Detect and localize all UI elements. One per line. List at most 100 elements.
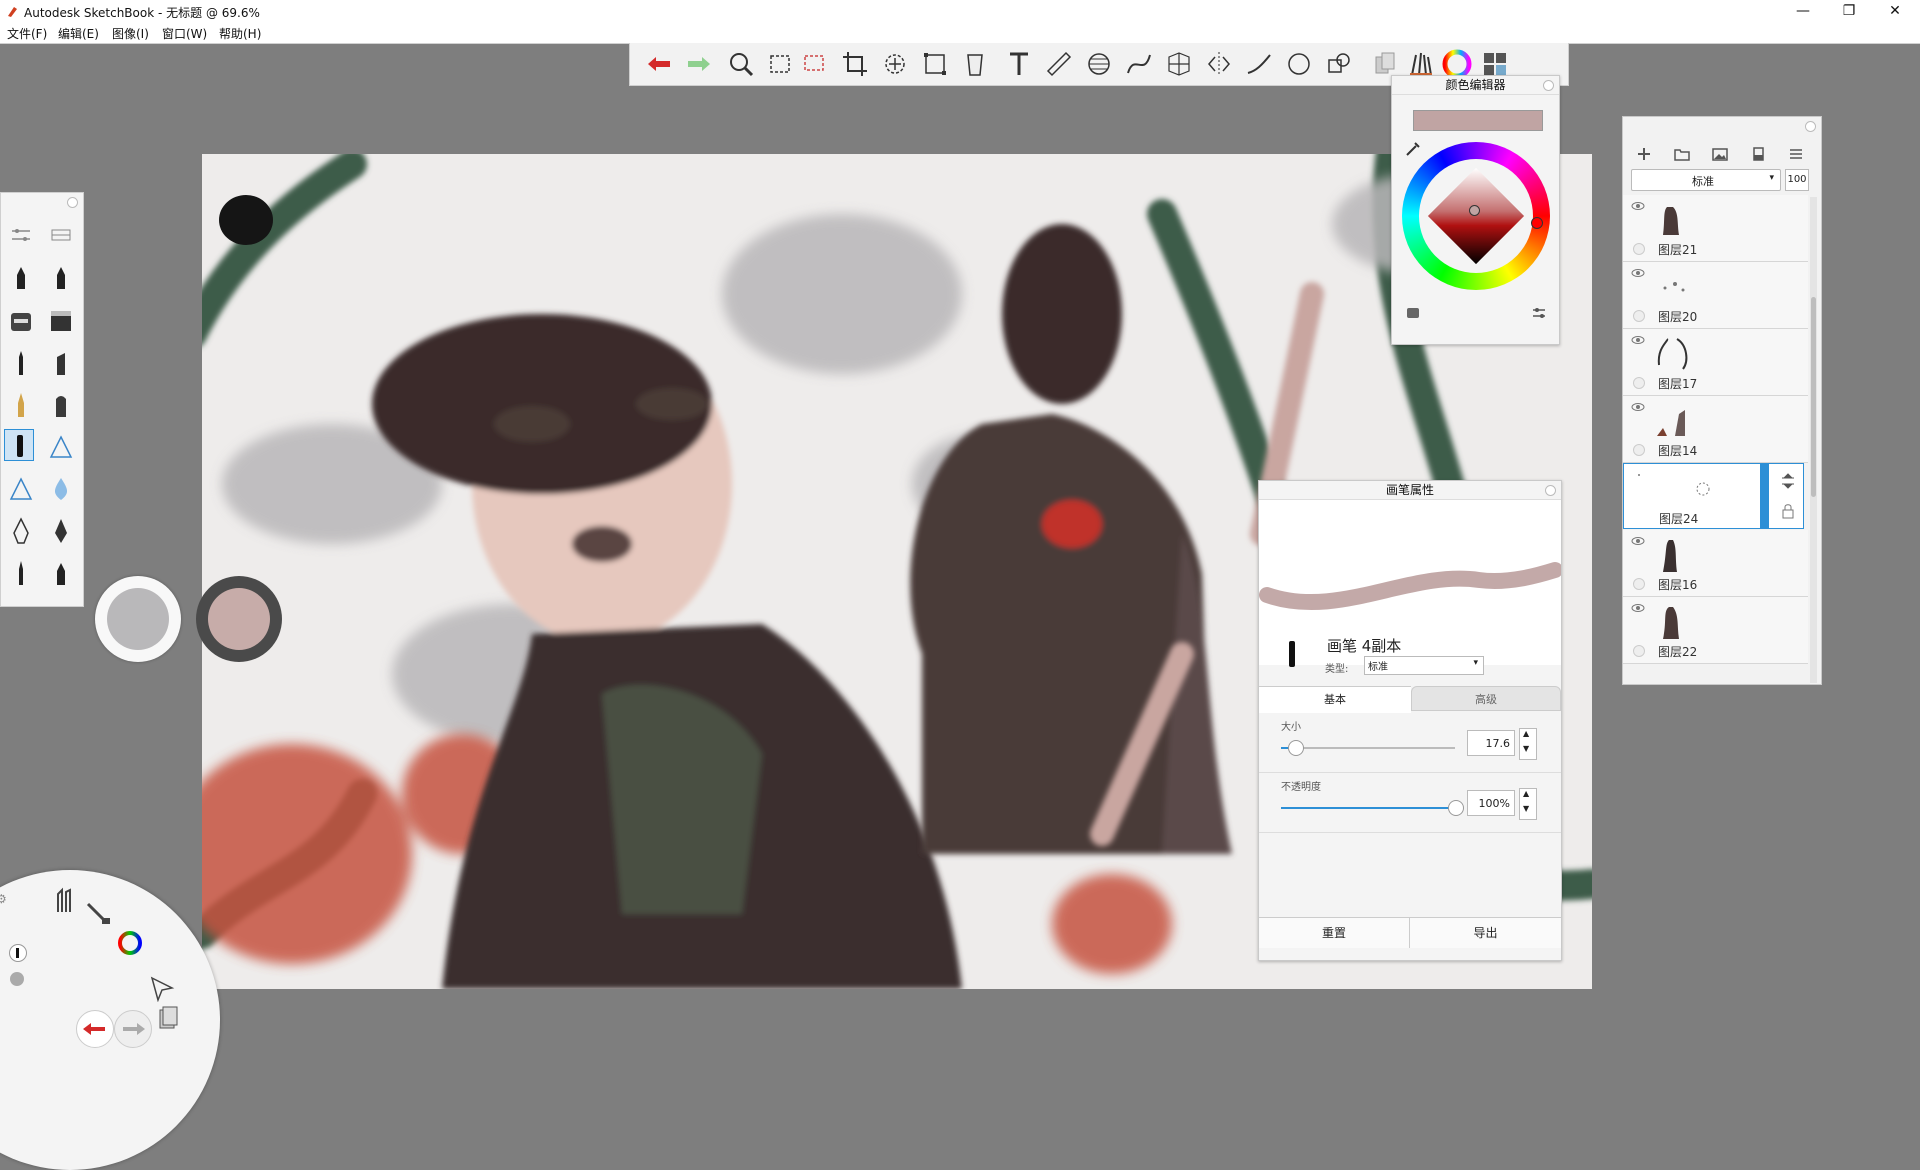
select-tool-icon[interactable] xyxy=(148,974,176,1002)
stepper-up-icon[interactable]: ▲ xyxy=(1523,729,1529,738)
secondary-color-puck[interactable] xyxy=(95,576,181,662)
text-icon[interactable] xyxy=(1004,49,1034,79)
marker-brush-icon[interactable] xyxy=(6,347,36,379)
layer-tool-icon[interactable] xyxy=(154,1004,182,1032)
layers-scrollbar[interactable] xyxy=(1810,197,1817,683)
layer-lock-toggle[interactable] xyxy=(1633,645,1645,657)
sv-picker-handle[interactable] xyxy=(1469,205,1480,216)
lagoon-opacity-indicator[interactable] xyxy=(10,972,24,986)
line-icon[interactable] xyxy=(1244,49,1274,79)
rect-select-icon[interactable] xyxy=(766,49,796,79)
hue-picker-handle[interactable] xyxy=(1531,217,1543,229)
menu-window[interactable]: 窗口(W) xyxy=(162,25,207,42)
layers-close-button[interactable] xyxy=(1805,121,1816,132)
eye-icon[interactable] xyxy=(1632,470,1646,480)
lagoon-redo-button[interactable] xyxy=(114,1010,152,1048)
size-stepper[interactable]: ▲ ▼ xyxy=(1519,728,1537,760)
layer-item[interactable]: 图层17 xyxy=(1623,329,1808,396)
size-input[interactable]: 17.6 xyxy=(1467,730,1515,756)
add-image-icon[interactable] xyxy=(1711,145,1729,163)
eye-icon[interactable] xyxy=(1631,201,1645,211)
paintbrush-icon[interactable] xyxy=(6,389,36,421)
menu-image[interactable]: 图像(I) xyxy=(112,25,149,42)
reset-button[interactable]: 重置 xyxy=(1259,917,1410,948)
menu-help[interactable]: 帮助(H) xyxy=(219,25,261,42)
triangle-brush-icon[interactable] xyxy=(46,431,76,463)
circle-icon[interactable] xyxy=(1284,49,1314,79)
add-group-icon[interactable] xyxy=(1673,145,1691,163)
symmetry-icon[interactable] xyxy=(1204,49,1234,79)
layer-lock-toggle[interactable] xyxy=(1633,444,1645,456)
flat-brush-icon[interactable] xyxy=(46,389,76,421)
merge-layer-icon[interactable] xyxy=(1749,145,1767,163)
menu-edit[interactable]: 编辑(E) xyxy=(58,25,99,42)
tab-advanced[interactable]: 高级 xyxy=(1411,686,1561,711)
brush-palette-close-button[interactable] xyxy=(67,197,78,208)
pencil-brush-icon[interactable] xyxy=(6,263,36,295)
layer-blend-icon[interactable] xyxy=(1779,472,1797,490)
layer-menu-icon[interactable] xyxy=(1787,145,1805,163)
water-drop-brush-icon[interactable] xyxy=(46,473,76,505)
color-puck-icon[interactable] xyxy=(115,928,145,958)
export-button[interactable]: 导出 xyxy=(1410,917,1561,948)
french-curve-icon[interactable] xyxy=(1124,49,1154,79)
brush-settings-icon[interactable] xyxy=(6,219,36,251)
eraser-brush-icon[interactable] xyxy=(46,305,76,337)
color-editor-close-button[interactable] xyxy=(1543,80,1554,91)
layer-item[interactable]: 图层21 xyxy=(1623,195,1808,262)
close-button[interactable]: ✕ xyxy=(1872,0,1918,22)
layer-opacity-field[interactable]: 100 xyxy=(1785,169,1809,191)
stepper-up-icon[interactable]: ▲ xyxy=(1523,789,1529,798)
size-slider-handle[interactable] xyxy=(1288,740,1304,756)
smudge-brush-icon[interactable] xyxy=(6,473,36,505)
layer-item[interactable]: 图层14 xyxy=(1623,396,1808,463)
distort-icon[interactable] xyxy=(920,49,950,79)
layer-item-selected[interactable]: 图层24 xyxy=(1623,463,1804,529)
minimize-button[interactable]: — xyxy=(1780,0,1826,22)
layer-item[interactable]: 图层16 xyxy=(1623,530,1808,597)
restore-button[interactable]: ❐ xyxy=(1826,0,1872,22)
felt-pen-icon[interactable] xyxy=(46,557,76,589)
size-slider-track[interactable] xyxy=(1281,747,1455,749)
brush-properties-close-button[interactable] xyxy=(1545,485,1556,496)
stepper-down-icon[interactable]: ▼ xyxy=(1523,804,1529,813)
brush-stroke-icon[interactable] xyxy=(82,898,112,928)
add-layer-icon[interactable] xyxy=(1635,145,1653,163)
menu-file[interactable]: 文件(F) xyxy=(7,25,47,42)
opacity-stepper[interactable]: ▲ ▼ xyxy=(1519,788,1537,820)
primary-color-puck[interactable] xyxy=(196,576,282,662)
lock-icon[interactable] xyxy=(1779,502,1797,520)
eye-icon[interactable] xyxy=(1631,603,1645,613)
lagoon-undo-button[interactable] xyxy=(76,1010,114,1048)
redo-icon[interactable] xyxy=(684,49,714,79)
eyedropper-icon[interactable] xyxy=(1404,140,1422,158)
lagoon-brush-size-indicator[interactable] xyxy=(9,944,27,962)
blend-mode-dropdown[interactable]: 标准 ▾ xyxy=(1631,169,1781,191)
airbrush-icon[interactable] xyxy=(6,305,36,337)
ruler-icon[interactable] xyxy=(1044,49,1074,79)
transform-icon[interactable] xyxy=(880,49,910,79)
chisel-brush-icon[interactable] xyxy=(46,347,76,379)
layers-scrollbar-thumb[interactable] xyxy=(1811,297,1816,497)
opacity-slider-handle[interactable] xyxy=(1448,800,1464,816)
tab-basic[interactable]: 基本 xyxy=(1259,686,1411,713)
layer-lock-toggle[interactable] xyxy=(1633,243,1645,255)
opacity-input[interactable]: 100% xyxy=(1467,790,1515,816)
eye-icon[interactable] xyxy=(1631,268,1645,278)
eye-icon[interactable] xyxy=(1631,335,1645,345)
eye-icon[interactable] xyxy=(1631,536,1645,546)
perspective-icon[interactable] xyxy=(1164,49,1194,79)
color-settings-icon[interactable] xyxy=(1530,304,1548,322)
brush-type-dropdown[interactable]: 标准 ▾ xyxy=(1364,656,1484,675)
stepper-down-icon[interactable]: ▼ xyxy=(1523,744,1529,753)
selected-brush-icon[interactable] xyxy=(4,429,34,461)
technical-pen-icon[interactable] xyxy=(6,557,36,589)
layer-item[interactable]: 图层20 xyxy=(1623,262,1808,329)
brush-tools-icon[interactable] xyxy=(50,886,80,916)
ink-pen-brush-icon[interactable] xyxy=(46,263,76,295)
color-library-icon[interactable] xyxy=(1404,304,1422,322)
layer-lock-toggle[interactable] xyxy=(1633,377,1645,389)
fill-icon[interactable] xyxy=(960,49,990,79)
eye-icon[interactable] xyxy=(1631,402,1645,412)
layer-lock-toggle[interactable] xyxy=(1633,310,1645,322)
